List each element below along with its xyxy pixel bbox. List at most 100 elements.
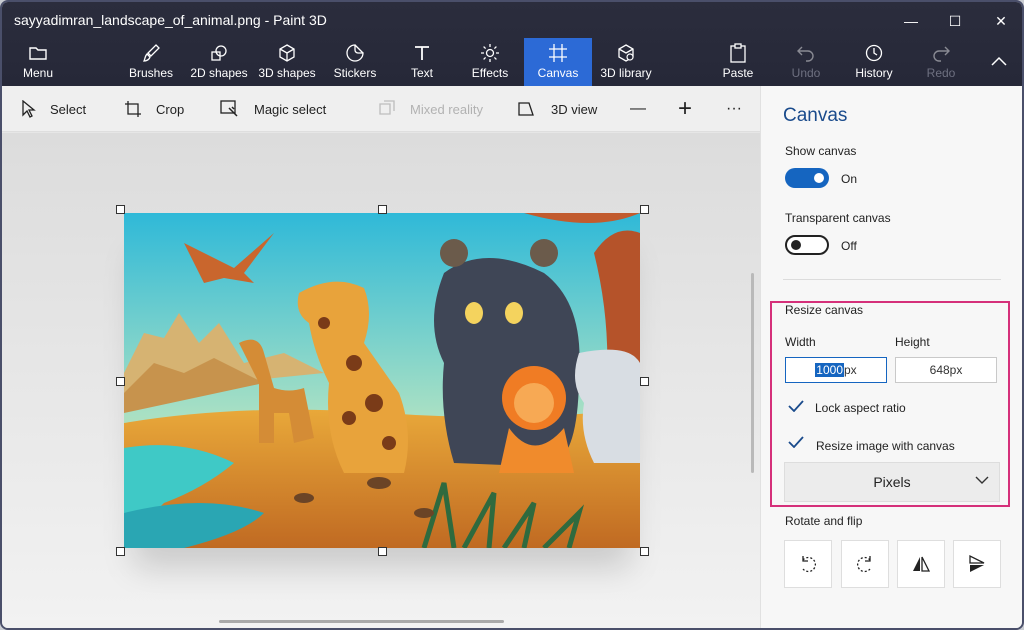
brushes-tab[interactable]: Brushes bbox=[120, 38, 182, 86]
app-window: sayyadimran_landscape_of_animal.png - Pa… bbox=[0, 0, 1024, 630]
2d-shapes-icon bbox=[209, 42, 229, 64]
text-label: Text bbox=[410, 66, 433, 80]
horizontal-scrollbar[interactable] bbox=[219, 620, 504, 623]
panel-title: Canvas bbox=[783, 105, 848, 126]
resize-handle-top-right[interactable] bbox=[640, 205, 649, 214]
lock-aspect-checkbox[interactable] bbox=[786, 396, 806, 416]
3d-library-icon bbox=[616, 42, 636, 64]
height-input[interactable]: 648px bbox=[895, 357, 997, 383]
select-label: Select bbox=[50, 101, 87, 117]
3d-library-tab[interactable]: 3D library bbox=[596, 38, 656, 86]
stickers-tab[interactable]: Stickers bbox=[326, 38, 384, 86]
history-label: History bbox=[855, 66, 893, 80]
paste-label: Paste bbox=[722, 66, 754, 80]
3d-library-label: 3D library bbox=[600, 66, 652, 80]
more-options-button[interactable]: ··· bbox=[726, 86, 742, 132]
flip-vertical-icon bbox=[969, 554, 985, 572]
canvas-tab[interactable]: Canvas bbox=[524, 38, 592, 86]
undo-button[interactable]: Undo bbox=[782, 38, 830, 86]
magic-select-label: Magic select bbox=[254, 101, 327, 117]
rotate-right-icon bbox=[856, 556, 871, 573]
cursor-icon bbox=[22, 100, 36, 118]
cube-icon bbox=[277, 42, 297, 64]
resize-handle-bottom-right[interactable] bbox=[640, 547, 649, 556]
sticker-icon bbox=[345, 42, 365, 64]
show-canvas-label: Show canvas bbox=[785, 144, 857, 158]
show-canvas-state: On bbox=[841, 172, 858, 186]
history-icon bbox=[864, 42, 884, 64]
canvas-icon bbox=[548, 42, 568, 64]
units-value: Pixels bbox=[873, 474, 911, 490]
magic-select-tool[interactable]: Magic select bbox=[220, 86, 326, 132]
checkmark-icon bbox=[788, 400, 804, 412]
stickers-label: Stickers bbox=[333, 66, 377, 80]
2d-shapes-label: 2D shapes bbox=[190, 66, 248, 80]
flip-horizontal-icon bbox=[913, 556, 931, 572]
canvas-workarea[interactable] bbox=[2, 133, 760, 628]
paste-button[interactable]: Paste bbox=[714, 38, 762, 86]
animal-landscape-illustration bbox=[124, 213, 640, 548]
3d-view-label: 3D view bbox=[551, 101, 598, 117]
checkmark-icon bbox=[788, 436, 804, 448]
brushes-label: Brushes bbox=[128, 66, 174, 80]
units-dropdown[interactable]: Pixels bbox=[784, 462, 1000, 502]
canvas-image[interactable] bbox=[124, 213, 640, 548]
chevron-down-icon bbox=[975, 476, 989, 484]
resize-handle-top[interactable] bbox=[378, 205, 387, 214]
minimize-button[interactable]: — bbox=[888, 6, 934, 36]
maximize-button[interactable]: ☐ bbox=[932, 6, 978, 36]
width-value: 1000 bbox=[815, 363, 844, 377]
vertical-scrollbar[interactable] bbox=[751, 273, 754, 473]
show-canvas-toggle[interactable] bbox=[785, 168, 829, 188]
mixed-reality-tool[interactable]: Mixed reality bbox=[378, 86, 483, 132]
resize-handle-left[interactable] bbox=[116, 377, 125, 386]
resize-handle-right[interactable] bbox=[640, 377, 649, 386]
width-unit: px bbox=[844, 363, 857, 377]
canvas-toolbar: Select Crop Magic select Mixed reality 3… bbox=[2, 86, 760, 132]
resize-image-checkbox[interactable] bbox=[786, 432, 806, 452]
menu-button[interactable]: Menu bbox=[6, 38, 70, 86]
window-title: sayyadimran_landscape_of_animal.png - Pa… bbox=[14, 12, 327, 28]
width-input[interactable]: 1000 px bbox=[785, 357, 887, 383]
3d-view-toggle[interactable]: 3D view bbox=[517, 86, 597, 132]
title-ribbon-bar: sayyadimran_landscape_of_animal.png - Pa… bbox=[2, 2, 1022, 86]
resize-canvas-label: Resize canvas bbox=[785, 303, 864, 317]
rotate-left-button[interactable] bbox=[784, 540, 832, 588]
text-icon bbox=[413, 42, 431, 64]
undo-icon bbox=[796, 42, 816, 64]
flip-horizontal-button[interactable] bbox=[897, 540, 945, 588]
text-tab[interactable]: Text bbox=[398, 38, 446, 86]
rotate-flip-label: Rotate and flip bbox=[785, 514, 863, 528]
redo-button[interactable]: Redo bbox=[918, 38, 964, 86]
select-tool[interactable]: Select bbox=[20, 86, 86, 132]
3d-view-icon bbox=[518, 102, 534, 116]
magic-select-icon bbox=[220, 100, 238, 117]
sun-icon bbox=[480, 42, 500, 64]
close-button[interactable]: ✕ bbox=[978, 6, 1022, 36]
2d-shapes-tab[interactable]: 2D shapes bbox=[186, 38, 252, 86]
redo-label: Redo bbox=[926, 66, 956, 80]
clipboard-icon bbox=[729, 42, 747, 64]
canvas-panel: Canvas Show canvas On Transparent canvas… bbox=[760, 86, 1022, 628]
zoom-in-button[interactable]: + bbox=[678, 86, 692, 132]
brush-icon bbox=[141, 42, 161, 64]
effects-tab[interactable]: Effects bbox=[464, 38, 516, 86]
resize-image-label: Resize image with canvas bbox=[816, 439, 955, 453]
3d-shapes-tab[interactable]: 3D shapes bbox=[254, 38, 320, 86]
crop-tool[interactable]: Crop bbox=[124, 86, 184, 132]
height-label: Height bbox=[895, 335, 930, 349]
history-button[interactable]: History bbox=[848, 38, 900, 86]
chevron-up-icon bbox=[991, 56, 1007, 66]
flip-vertical-button[interactable] bbox=[953, 540, 1001, 588]
undo-label: Undo bbox=[791, 66, 821, 80]
collapse-ribbon-button[interactable] bbox=[976, 46, 1022, 76]
resize-handle-top-left[interactable] bbox=[116, 205, 125, 214]
crop-label: Crop bbox=[156, 101, 185, 117]
width-label: Width bbox=[785, 335, 816, 349]
resize-handle-bottom[interactable] bbox=[378, 547, 387, 556]
transparent-canvas-toggle[interactable] bbox=[785, 235, 829, 255]
zoom-out-button[interactable]: — bbox=[630, 86, 646, 132]
resize-handle-bottom-left[interactable] bbox=[116, 547, 125, 556]
redo-icon bbox=[931, 42, 951, 64]
rotate-right-button[interactable] bbox=[841, 540, 889, 588]
